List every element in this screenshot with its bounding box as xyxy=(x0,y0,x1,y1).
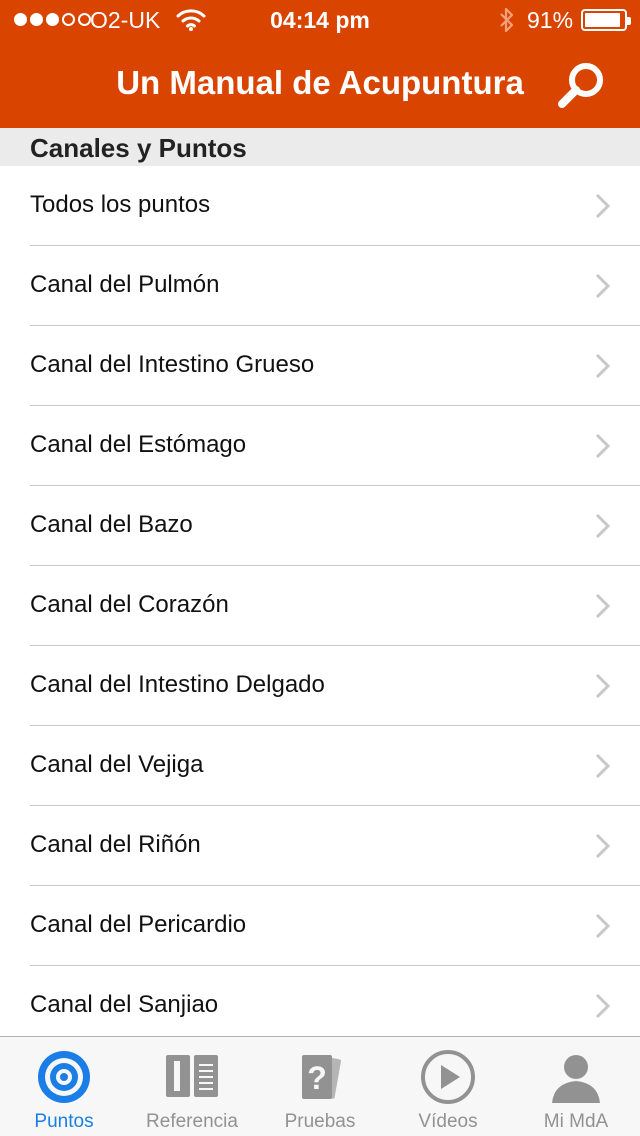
list-item-label: Canal del Intestino Grueso xyxy=(30,351,315,378)
list-item[interactable]: Canal del Pericardio xyxy=(0,886,640,966)
tab-puntos[interactable]: Puntos xyxy=(0,1037,128,1136)
list-item[interactable]: Canal del Vejiga xyxy=(0,726,640,806)
list-item[interactable]: Canal del Pulmón xyxy=(0,246,640,326)
tab-label: Pruebas xyxy=(284,1111,356,1132)
list-item[interactable]: Canal del Riñón xyxy=(0,806,640,886)
battery-fill xyxy=(585,13,620,27)
chevron-right-icon xyxy=(595,833,611,859)
section-title: Canales y Puntos xyxy=(30,133,247,163)
chevron-right-icon xyxy=(595,593,611,619)
list-item[interactable]: Canal del Intestino Delgado xyxy=(0,646,640,726)
battery-nub xyxy=(627,17,631,25)
list-item-label: Canal del Pulmón xyxy=(30,271,220,298)
tab-videos[interactable]: Vídeos xyxy=(384,1037,512,1136)
chevron-right-icon xyxy=(595,673,611,699)
list-item[interactable]: Todos los puntos xyxy=(0,166,640,246)
chevron-right-icon xyxy=(595,913,611,939)
tab-referencia[interactable]: Referencia xyxy=(128,1037,256,1136)
chevron-right-icon xyxy=(595,433,611,459)
list-item-label: Canal del Pericardio xyxy=(30,911,247,938)
channel-list: Todos los puntos Canal del Pulmón Canal … xyxy=(0,166,640,1036)
question-cards-icon: ? xyxy=(302,1055,341,1099)
chevron-right-icon xyxy=(595,513,611,539)
list-item-label: Canal del Sanjiao xyxy=(30,991,219,1018)
list-item-label: Canal del Bazo xyxy=(30,511,193,538)
target-icon xyxy=(38,1051,90,1103)
status-bar: O2-UK 04:14 pm 91% xyxy=(0,0,640,40)
chevron-right-icon xyxy=(595,753,611,779)
chevron-right-icon xyxy=(595,193,611,219)
tab-label: Mi MdA xyxy=(543,1111,609,1132)
search-icon[interactable] xyxy=(554,58,610,114)
list-item-label: Canal del Intestino Delgado xyxy=(30,671,325,698)
header: O2-UK 04:14 pm 91% Un Manual de Acupuntu… xyxy=(0,0,640,128)
chevron-right-icon xyxy=(595,353,611,379)
page-title: Un Manual de Acupuntura xyxy=(116,64,524,101)
tab-label: Vídeos xyxy=(418,1111,478,1132)
tab-label: Puntos xyxy=(34,1111,94,1132)
list-item-label: Todos los puntos xyxy=(30,191,211,218)
chevron-right-icon xyxy=(595,273,611,299)
tab-bar: Puntos Referencia ? Pruebas Vídeos Mi Md… xyxy=(0,1036,640,1136)
list-item-label: Canal del Corazón xyxy=(30,591,229,618)
battery-percent: 91% xyxy=(527,7,574,33)
list-item-label: Canal del Estómago xyxy=(30,431,247,458)
list-item[interactable]: Canal del Estómago xyxy=(0,406,640,486)
chevron-right-icon xyxy=(595,993,611,1019)
person-icon xyxy=(552,1055,600,1103)
section-header: Canales y Puntos xyxy=(0,128,640,166)
list-item[interactable]: Canal del Sanjiao xyxy=(0,966,640,1036)
list-item-label: Canal del Vejiga xyxy=(30,751,204,778)
bluetooth-icon xyxy=(500,7,514,33)
list-item-label: Canal del Riñón xyxy=(30,831,201,858)
tab-pruebas[interactable]: ? Pruebas xyxy=(256,1037,384,1136)
book-icon xyxy=(166,1055,218,1097)
list-item[interactable]: Canal del Corazón xyxy=(0,566,640,646)
tab-mi-mda[interactable]: Mi MdA xyxy=(512,1037,640,1136)
tab-label: Referencia xyxy=(146,1111,238,1132)
list-item[interactable]: Canal del Bazo xyxy=(0,486,640,566)
battery-icon xyxy=(581,9,631,31)
list-item[interactable]: Canal del Intestino Grueso xyxy=(0,326,640,406)
svg-text:?: ? xyxy=(307,1060,327,1096)
play-icon xyxy=(421,1050,475,1104)
